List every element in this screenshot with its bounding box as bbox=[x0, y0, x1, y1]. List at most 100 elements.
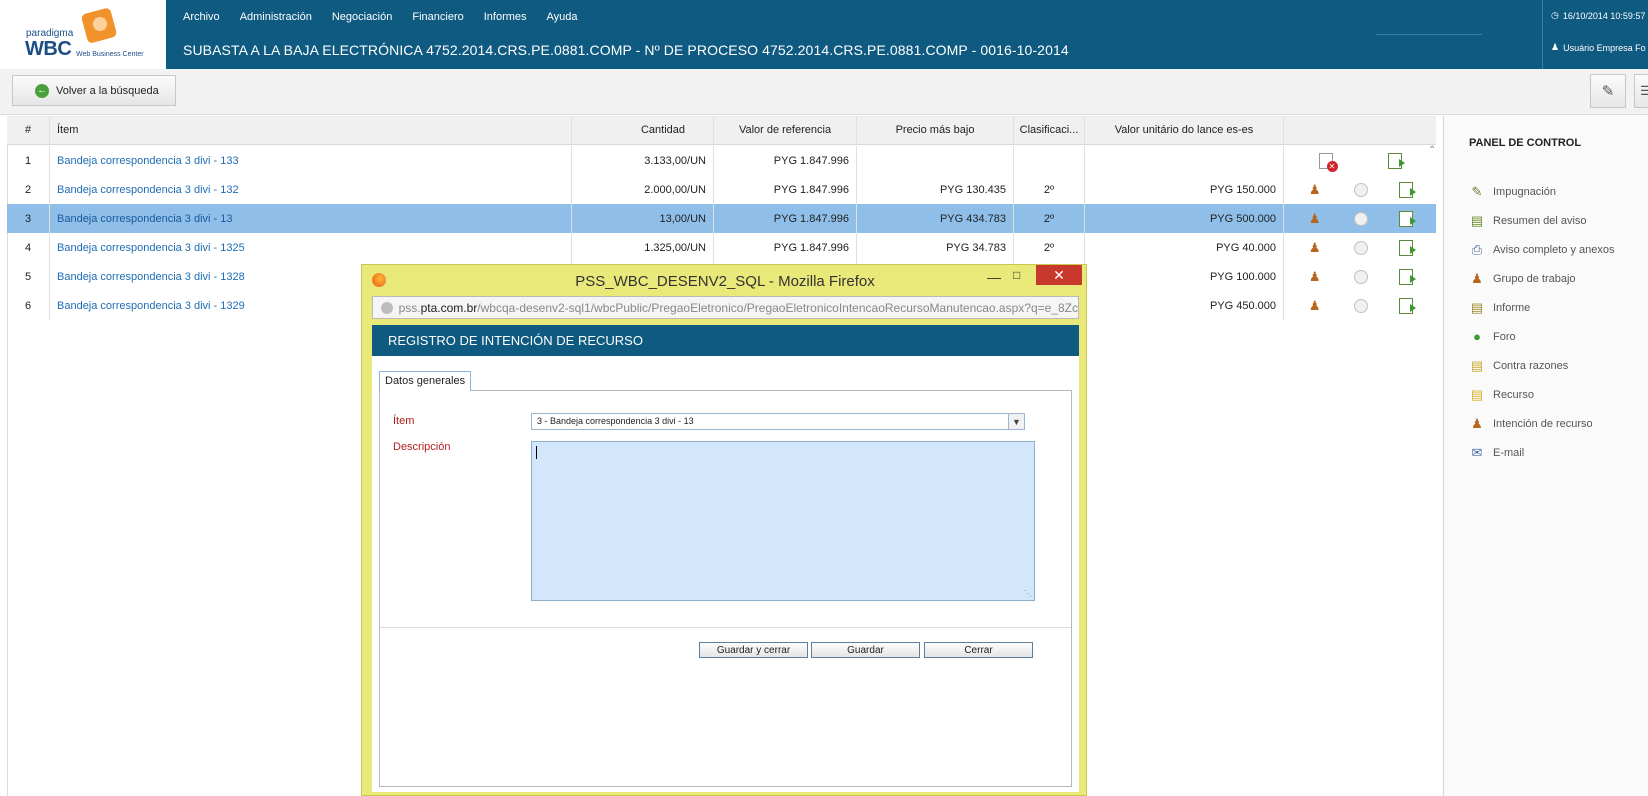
item-link[interactable]: Bandeja correspondencia 3 divi - 1325 bbox=[57, 242, 245, 254]
panel-item-label: Intención de recurso bbox=[1493, 417, 1593, 430]
bid-document-icon[interactable] bbox=[1399, 181, 1417, 198]
logo: paradigma WBC Web Business Center bbox=[0, 0, 166, 69]
popup-titlebar[interactable]: PSS_WBC_DESENV2_SQL - Mozilla Firefox — … bbox=[362, 265, 1088, 295]
maximize-icon[interactable]: □ bbox=[1013, 268, 1020, 282]
table-row[interactable]: 4 Bandeja correspondencia 3 divi - 1325 … bbox=[7, 233, 1436, 262]
url-domain: pta.com.br bbox=[420, 300, 478, 315]
bid-document-icon[interactable] bbox=[1399, 210, 1417, 227]
intention-people-icon[interactable]: ♟ bbox=[1307, 240, 1323, 256]
url-bar[interactable]: pss.pta.com.br/wbcqa-desenv2-sql1/wbcPub… bbox=[372, 296, 1079, 319]
header-item[interactable]: Ítem bbox=[50, 116, 572, 144]
panel-item-label: Aviso completo y anexos bbox=[1493, 243, 1615, 256]
header-classification[interactable]: Clasificaci... bbox=[1014, 116, 1085, 144]
header-number[interactable]: # bbox=[7, 116, 50, 144]
tab-datos-generales[interactable]: Datos generales bbox=[379, 371, 472, 391]
menu-archivo[interactable]: Archivo bbox=[183, 11, 220, 23]
menu-informes[interactable]: Informes bbox=[484, 11, 527, 23]
edit-toolbar-button[interactable]: ✎ bbox=[1590, 74, 1626, 108]
row-quantity: 1.325,00/UN bbox=[572, 233, 714, 262]
window-close-button[interactable]: ✕ bbox=[1036, 265, 1082, 285]
bid-document-icon[interactable] bbox=[1399, 268, 1417, 285]
panel-item-impugnacion[interactable]: ✎ Impugnación bbox=[1469, 177, 1614, 206]
row-bid: PYG 100.000 bbox=[1085, 262, 1284, 291]
status-circle-icon[interactable] bbox=[1353, 269, 1368, 284]
panel-item-label: Recurso bbox=[1493, 388, 1534, 401]
panel-item-intencion[interactable]: ♟ Intención de recurso bbox=[1469, 409, 1614, 438]
menu-financiero[interactable]: Financiero bbox=[412, 11, 463, 23]
bid-document-icon[interactable] bbox=[1399, 297, 1417, 314]
item-select[interactable]: 3 - Bandeja correspondencia 3 divi - 13 … bbox=[531, 413, 1025, 430]
header-lowest-price[interactable]: Precio más bajo bbox=[857, 116, 1014, 144]
item-link[interactable]: Bandeja correspondencia 3 divi - 133 bbox=[57, 155, 239, 167]
menu-ayuda[interactable]: Ayuda bbox=[547, 11, 578, 23]
forum-icon: ● bbox=[1473, 329, 1481, 344]
panel-item-aviso-completo[interactable]: ⎙ Aviso completo y anexos bbox=[1469, 235, 1615, 264]
list-toolbar-button[interactable]: ☰ bbox=[1634, 74, 1648, 108]
popup-window-title: PSS_WBC_DESENV2_SQL - Mozilla Firefox bbox=[575, 273, 875, 290]
back-arrow-icon: ← bbox=[35, 83, 49, 98]
grid-scroll-up-icon[interactable]: ⌃ bbox=[1428, 145, 1438, 165]
description-textarea[interactable]: ⋱ bbox=[531, 441, 1035, 601]
item-link[interactable]: Bandeja correspondencia 3 divi - 13 bbox=[57, 213, 233, 225]
user-info[interactable]: ♟ Usuário Empresa Fo bbox=[1551, 42, 1646, 53]
brand-name: WBC bbox=[25, 38, 72, 60]
panel-item-foro[interactable]: ● Foro bbox=[1469, 322, 1614, 351]
row-lowest bbox=[857, 146, 1014, 175]
header-reference-value[interactable]: Valor de referencia bbox=[714, 116, 857, 144]
row-quantity: 3.133,00/UN bbox=[572, 146, 714, 175]
table-row[interactable]: 2 Bandeja correspondencia 3 divi - 132 2… bbox=[7, 175, 1436, 204]
panel-item-informe[interactable]: ▤ Informe bbox=[1469, 293, 1614, 322]
item-link[interactable]: Bandeja correspondencia 3 divi - 1328 bbox=[57, 271, 245, 283]
back-to-search-button[interactable]: ← Volver a la búsqueda bbox=[12, 75, 176, 106]
menu-administracion[interactable]: Administración bbox=[240, 11, 312, 23]
panel-item-label: Foro bbox=[1493, 330, 1516, 343]
panel-item-recurso[interactable]: ▤ Recurso bbox=[1469, 380, 1614, 409]
clock-icon: ◷ bbox=[1551, 10, 1559, 20]
delete-bid-icon[interactable] bbox=[1318, 152, 1338, 172]
item-link[interactable]: Bandeja correspondencia 3 divi - 1329 bbox=[57, 300, 245, 312]
panel-item-contra-razones[interactable]: ▤ Contra razones bbox=[1469, 351, 1614, 380]
save-and-close-button[interactable]: Guardar y cerrar bbox=[699, 642, 808, 658]
panel-item-email[interactable]: ✉ E-mail bbox=[1469, 438, 1614, 467]
resize-grip-icon[interactable]: ⋱ bbox=[1024, 589, 1032, 598]
datetime: ◷ 16/10/2014 10:59:57 bbox=[1551, 10, 1645, 21]
minimize-icon[interactable]: — bbox=[987, 269, 1001, 285]
report-icon: ▤ bbox=[1470, 299, 1484, 315]
menu-negociacion[interactable]: Negociación bbox=[332, 11, 393, 23]
control-panel-title: PANEL DE CONTROL bbox=[1469, 137, 1582, 149]
bid-document-icon[interactable] bbox=[1387, 152, 1405, 169]
item-link[interactable]: Bandeja correspondencia 3 divi - 132 bbox=[57, 184, 239, 196]
row-rank bbox=[1014, 146, 1085, 175]
chevron-down-icon[interactable]: ▼ bbox=[1008, 414, 1024, 429]
status-circle-icon[interactable] bbox=[1353, 298, 1368, 313]
status-circle-icon[interactable] bbox=[1353, 182, 1368, 197]
intention-people-icon[interactable]: ♟ bbox=[1307, 211, 1323, 227]
list-icon: ☰ bbox=[1640, 83, 1648, 98]
form-divider bbox=[380, 627, 1071, 628]
intention-people-icon[interactable]: ♟ bbox=[1307, 182, 1323, 198]
status-circle-icon[interactable] bbox=[1353, 211, 1368, 226]
panel-item-resumen[interactable]: ▤ Resumen del aviso bbox=[1469, 206, 1614, 235]
popup-window: PSS_WBC_DESENV2_SQL - Mozilla Firefox — … bbox=[361, 264, 1087, 796]
main-menu: Archivo Administración Negociación Finan… bbox=[183, 11, 578, 23]
row-number: 5 bbox=[7, 262, 50, 291]
back-label: Volver a la búsqueda bbox=[56, 84, 159, 97]
row-quantity: 13,00/UN bbox=[572, 204, 714, 233]
save-button[interactable]: Guardar bbox=[811, 642, 920, 658]
intention-people-icon[interactable]: ♟ bbox=[1307, 298, 1323, 314]
status-circle-icon[interactable] bbox=[1353, 240, 1368, 255]
header-unit-bid[interactable]: Valor unitário do lance es-es bbox=[1085, 116, 1284, 144]
panel-item-grupo[interactable]: ♟ Grupo de trabajo bbox=[1469, 264, 1614, 293]
panel-item-label: E-mail bbox=[1493, 446, 1525, 459]
header-quantity[interactable]: Cantidad bbox=[572, 116, 714, 144]
notes-icon: ▤ bbox=[1470, 357, 1484, 373]
intention-people-icon[interactable]: ♟ bbox=[1307, 269, 1323, 285]
row-reference: PYG 1.847.996 bbox=[714, 204, 857, 233]
row-rank: 2º bbox=[1014, 204, 1085, 233]
close-button[interactable]: Cerrar bbox=[924, 642, 1033, 658]
table-row[interactable]: 1 Bandeja correspondencia 3 divi - 133 3… bbox=[7, 146, 1436, 175]
row-number: 2 bbox=[7, 175, 50, 204]
table-row-selected[interactable]: 3 Bandeja correspondencia 3 divi - 13 13… bbox=[7, 204, 1436, 233]
bid-document-icon[interactable] bbox=[1399, 239, 1417, 256]
url-path: /wbcqa-desenv2-sql1/wbcPublic/PregaoElet… bbox=[477, 300, 1078, 315]
